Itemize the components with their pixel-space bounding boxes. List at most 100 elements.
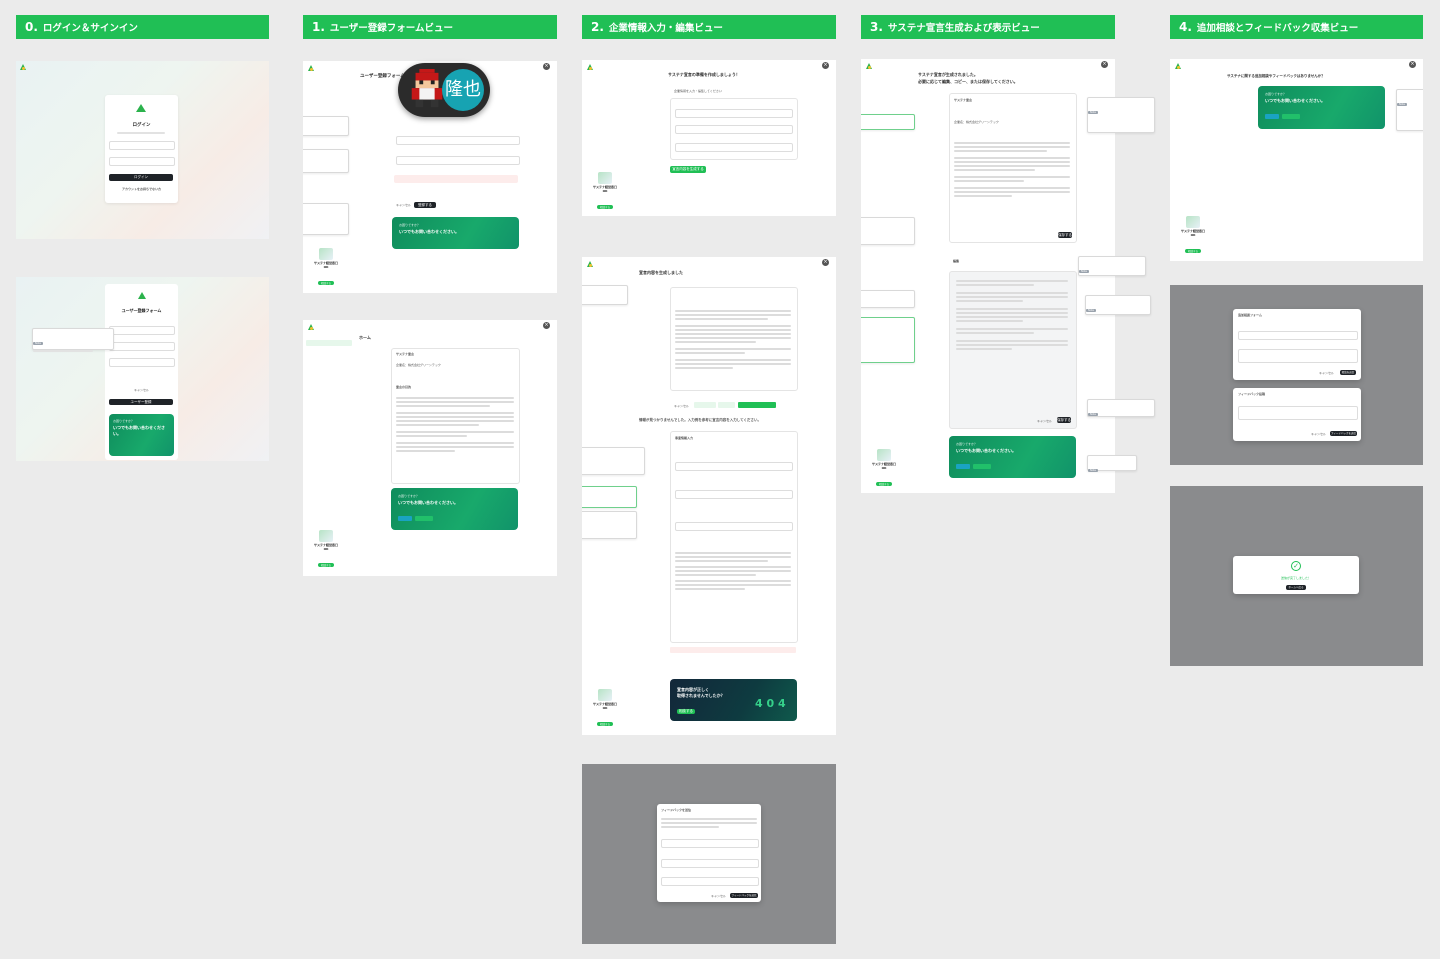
chat-button[interactable] [1265, 114, 1279, 119]
error-message [670, 647, 796, 653]
contact-banner: お困りですか？ いつでもお問い合わせください。 [1258, 86, 1385, 129]
declaration-card: サステナ宣言 企業名：株式会社グリーンテック 宣言の目的 [391, 348, 520, 484]
feedback-field[interactable] [661, 877, 759, 886]
error-message [394, 175, 518, 183]
company-field[interactable] [396, 136, 520, 145]
annotation-note: Note [861, 290, 915, 308]
inquiry-button[interactable] [415, 516, 433, 521]
signup-card: ユーザー登録フォーム キャンセル ユーザー登録 お困りですか？ いつでもお問い合… [105, 284, 178, 460]
consult-form-screen: 追加相談フォーム キャンセル 相談を送信 フィードバック投稿 キャンセル フィー… [1170, 285, 1423, 465]
form-heading: ユーザー登録フォーム [360, 74, 405, 79]
submit-button[interactable]: 登録する [414, 202, 436, 208]
consult-button[interactable]: 相談する [677, 709, 695, 714]
annotation-note: Note [582, 486, 637, 508]
back-home-button[interactable]: ホームへ戻る [1286, 585, 1306, 590]
company-heading: サステナ宣言の準備を作成しましょう！ [668, 72, 740, 77]
edit-company-button[interactable] [694, 402, 716, 408]
sidebar-item-home[interactable] [306, 340, 352, 346]
chat-widget[interactable]: サステナ経営窓口OK 相談する [870, 449, 898, 489]
company-name-field[interactable] [675, 109, 793, 118]
chat-button[interactable] [398, 516, 412, 521]
save-edit-button[interactable]: 保存する [1057, 417, 1071, 423]
chat-widget[interactable]: サステナ経営窓口OK 相談する [312, 248, 340, 288]
cancel-button[interactable]: キャンセル [1311, 432, 1326, 437]
cancel-button[interactable]: キャンセル [711, 894, 726, 899]
close-icon[interactable]: × [543, 63, 550, 70]
feedback-field[interactable] [661, 859, 759, 868]
annotation-note: Note [1085, 295, 1151, 315]
password-field[interactable] [109, 358, 175, 367]
close-icon[interactable]: × [822, 259, 829, 266]
app-logo [20, 64, 27, 71]
chat-widget[interactable]: サステナ経営窓口OK 相談する [1179, 216, 1207, 256]
check-circle-icon: ✓ [1291, 561, 1301, 571]
consult-screen: × サステナに関する追加相談やフィードバックはありませんか？ お困りですか？ い… [1170, 59, 1423, 261]
annotation-note: Note [1078, 256, 1146, 276]
annotation-note: Note [582, 511, 637, 539]
column-header-login: 0. ログイン＆サインイン [16, 15, 269, 39]
department-field[interactable] [396, 156, 520, 165]
generated-content-screen: × 宣言内容を生成しました キャンセル 情報が見つかりませんでした。入力例を参考… [582, 257, 836, 735]
success-modal: ✓ 送信が完了しました！ ホームへ戻る [1233, 556, 1359, 594]
not-found-message: 情報が見つかりませんでした。入力例を参考に宣言内容を入力してください。 [639, 418, 762, 422]
feedback-field[interactable] [661, 839, 759, 848]
submit-feedback-button[interactable]: フィードバックを送信 [730, 893, 758, 898]
company-form-card [670, 98, 798, 160]
close-icon[interactable]: × [543, 322, 550, 329]
close-icon[interactable]: × [1409, 61, 1416, 68]
cancel-button[interactable]: キャンセル [674, 404, 689, 409]
info-field[interactable] [675, 522, 793, 531]
login-logo-icon [136, 104, 146, 114]
info-field[interactable] [675, 462, 793, 471]
email-field[interactable] [109, 342, 175, 351]
consult-body-field[interactable] [1238, 349, 1358, 363]
generate-button[interactable]: 宣言内容を生成する [670, 166, 706, 173]
signup-title: ユーザー登録フォーム [121, 308, 162, 313]
annotation-note: Note [861, 114, 915, 130]
feedback-form-modal: フィードバック投稿 キャンセル フィードバックを送信 [1233, 388, 1361, 441]
annotation-note: Note [1087, 97, 1155, 133]
annotation-note: Note [32, 328, 114, 352]
email-field[interactable] [109, 141, 175, 150]
app-logo [308, 65, 315, 72]
signup-button[interactable]: ユーザー登録 [109, 399, 173, 405]
cancel-link[interactable]: キャンセル [396, 203, 411, 208]
chat-button[interactable] [956, 464, 970, 469]
close-icon[interactable]: × [1101, 61, 1108, 68]
declaration-screen: × サステナ宣言が生成されました。 必要に応じて編集、コピー、または保存してくだ… [861, 59, 1115, 493]
close-icon[interactable]: × [822, 62, 829, 69]
inquiry-button[interactable] [973, 464, 991, 469]
name-field[interactable] [109, 326, 175, 335]
business-field[interactable] [675, 125, 793, 134]
annotation-note: Note [582, 285, 628, 305]
annotation-note: Note [1087, 455, 1137, 472]
consult-type-select[interactable] [1238, 331, 1358, 340]
app-logo [1175, 63, 1182, 70]
chat-widget[interactable]: サステナ経営窓口OK 相談する [591, 689, 619, 729]
signup-link[interactable]: アカウントをお持ちでない方 [105, 187, 178, 192]
save-button[interactable]: 保存する [1058, 232, 1072, 238]
info-field[interactable] [675, 490, 793, 499]
cancel-link[interactable]: キャンセル [105, 388, 178, 393]
website-field[interactable] [675, 143, 793, 152]
signup-logo-icon [138, 292, 146, 299]
chat-widget[interactable]: サステナ経営窓口OK 相談する [591, 172, 619, 212]
submit-feedback-button[interactable]: フィードバックを送信 [1330, 431, 1357, 436]
annotation-note: Note [303, 203, 349, 235]
cancel-button[interactable]: キャンセル [1319, 371, 1334, 376]
chat-widget[interactable]: サステナ経営窓口OK 相談する [312, 530, 340, 570]
feedback-body-field[interactable] [1238, 406, 1358, 420]
login-button[interactable]: ログイン [109, 174, 173, 181]
create-declaration-button[interactable] [738, 402, 776, 408]
password-field[interactable] [109, 157, 175, 166]
inquiry-button[interactable] [1282, 114, 1300, 119]
column-header-signup: 1. ユーザー登録フォームビュー [303, 15, 557, 39]
submit-consult-button[interactable]: 相談を送信 [1340, 370, 1356, 375]
declaration-card: サステナ宣言 企業名：株式会社グリーンテック 保存する [949, 93, 1077, 243]
annotation-note: Note [861, 317, 915, 363]
regenerate-button[interactable] [718, 402, 735, 408]
cancel-button[interactable]: キャンセル [1037, 419, 1052, 424]
generated-heading: 宣言内容を生成しました [639, 270, 683, 275]
success-message: 送信が完了しました！ [1280, 576, 1311, 580]
edit-card[interactable] [949, 271, 1077, 429]
